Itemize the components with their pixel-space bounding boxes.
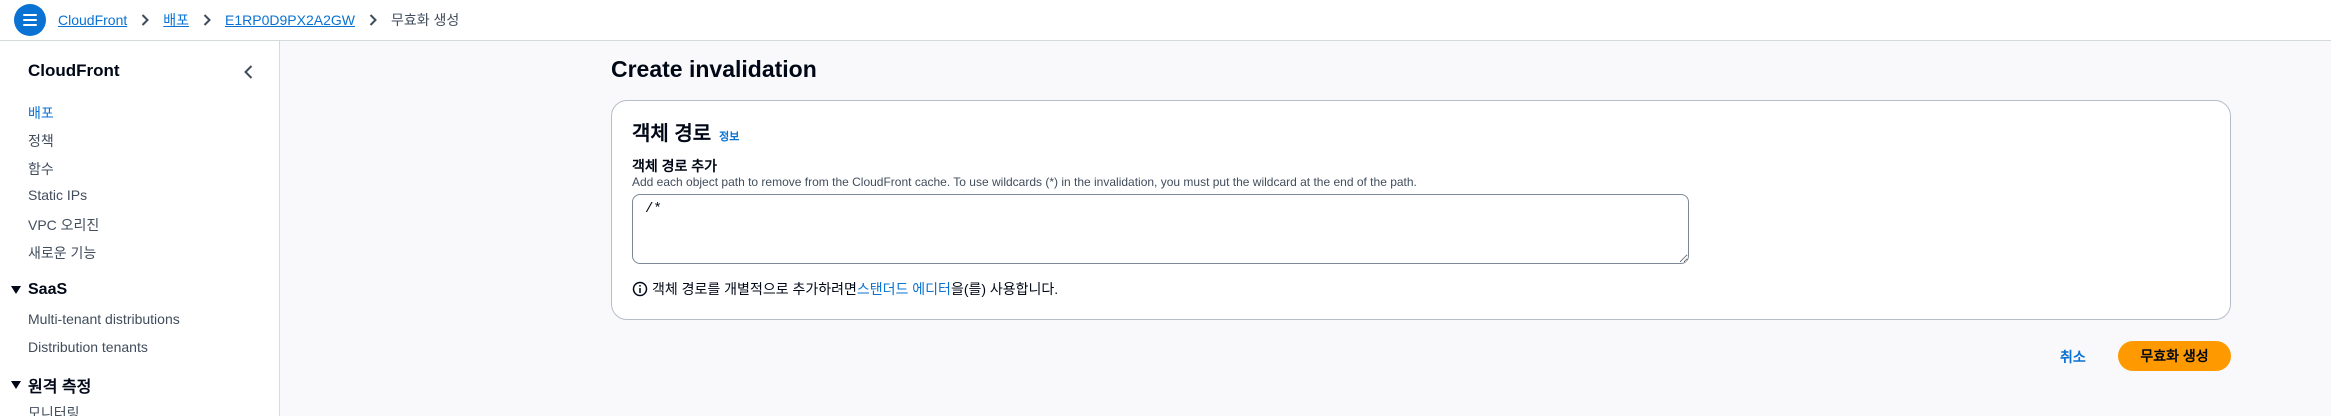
sidebar-item-distributions[interactable]: 배포	[28, 103, 54, 123]
hint-suffix: 을(를) 사용합니다.	[950, 281, 1059, 297]
menu-button[interactable]	[14, 4, 46, 36]
sidebar-item-vpc-origins[interactable]: VPC 오리진	[28, 215, 99, 235]
panel-title: 객체 경로	[632, 123, 712, 145]
breadcrumb: CloudFront 배포 E1RP0D9PX2A2GW 무효화 생성	[58, 10, 459, 30]
sidebar-item-policies[interactable]: 정책	[28, 131, 54, 151]
object-paths-textarea[interactable]: /*	[632, 194, 1689, 264]
breadcrumb-distribution-id[interactable]: E1RP0D9PX2A2GW	[225, 12, 355, 28]
sidebar-section-title: SaaS	[28, 281, 68, 298]
menu-icon	[23, 14, 37, 26]
editor-hint: 객체 경로를 개별적으로 추가하려면 스탠더드 에디터 을(를) 사용합니다.	[632, 279, 1058, 299]
caret-down-icon	[10, 284, 22, 296]
sidebar-item-whats-new[interactable]: 새로운 기능	[28, 243, 96, 263]
chevron-left-icon	[244, 65, 253, 79]
info-link[interactable]: 정보	[719, 128, 739, 144]
sidebar-item-functions[interactable]: 함수	[28, 159, 54, 179]
object-paths-panel: 객체 경로 정보 객체 경로 추가 Add each object path t…	[611, 100, 2231, 320]
sidebar-section-saas[interactable]: SaaS	[10, 281, 67, 299]
chevron-right-icon	[367, 13, 379, 27]
sidebar-item-multi-tenant[interactable]: Multi-tenant distributions	[28, 311, 180, 327]
breadcrumb-distributions[interactable]: 배포	[163, 10, 189, 30]
sidebar-title[interactable]: CloudFront	[28, 61, 120, 81]
field-description: Add each object path to remove from the …	[632, 175, 1417, 189]
sidebar-section-telemetry[interactable]: 원격 측정	[10, 373, 91, 397]
page-title: Create invalidation	[611, 56, 817, 82]
collapse-sidebar-button[interactable]	[240, 63, 258, 81]
top-navigation: CloudFront 배포 E1RP0D9PX2A2GW 무효화 생성	[0, 0, 2331, 41]
info-circle-icon	[632, 281, 648, 297]
sidebar-section-title: 원격 측정	[28, 379, 92, 396]
panel-header: 객체 경로 정보	[632, 117, 739, 146]
cancel-button[interactable]: 취소	[2060, 347, 2086, 367]
chevron-right-icon	[201, 13, 213, 27]
standard-editor-link[interactable]: 스탠더드 에디터	[857, 279, 951, 299]
caret-down-icon	[10, 379, 22, 391]
sidebar: CloudFront 배포 정책 함수 Static IPs VPC 오리진 새…	[0, 41, 280, 416]
hint-prefix: 객체 경로를 개별적으로 추가하려면	[652, 281, 857, 297]
sidebar-item-distribution-tenants[interactable]: Distribution tenants	[28, 339, 148, 355]
sidebar-item-monitoring[interactable]: 모니터링	[28, 403, 80, 416]
create-invalidation-button[interactable]: 무효화 생성	[2118, 341, 2231, 371]
chevron-right-icon	[139, 13, 151, 27]
field-label: 객체 경로 추가	[632, 158, 718, 174]
breadcrumb-cloudfront[interactable]: CloudFront	[58, 12, 127, 28]
breadcrumb-current: 무효화 생성	[390, 12, 460, 28]
sidebar-item-static-ips[interactable]: Static IPs	[28, 187, 87, 203]
